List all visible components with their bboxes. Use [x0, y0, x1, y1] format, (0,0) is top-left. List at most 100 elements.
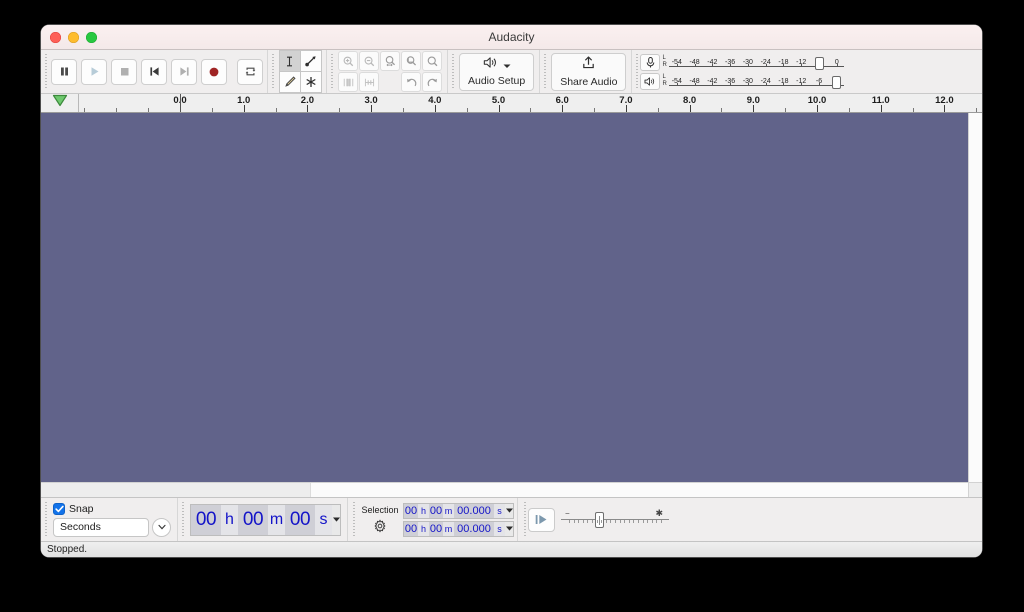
selection-end-field[interactable]: 00 h 00 m 00.000 s: [403, 520, 514, 537]
edit-toolbar-grip[interactable]: [329, 50, 335, 93]
fit-selection-button[interactable]: [380, 51, 400, 71]
zoom-out-button[interactable]: [359, 51, 379, 71]
audio-position-m-unit: m: [268, 504, 285, 535]
ruler-minor-tick: [785, 108, 787, 112]
track-canvas[interactable]: [41, 113, 968, 482]
snap-row: Snap: [53, 502, 171, 515]
selection-end-hours[interactable]: 00: [404, 521, 418, 536]
meter-clip-indicator[interactable]: [832, 75, 842, 89]
meter-tick-label: -54: [671, 58, 682, 66]
edit-toolbar-spacer: [380, 72, 400, 92]
recording-meter[interactable]: L R -54-48-42-36-30-24-18-12-60: [640, 53, 844, 72]
audio-position-seconds[interactable]: 00: [285, 504, 315, 535]
selection-start-minutes[interactable]: 00: [429, 503, 443, 518]
multi-tool[interactable]: [299, 71, 322, 93]
speed-slider-max-label: ✱: [655, 507, 663, 518]
tools-toolbar-grip[interactable]: [270, 50, 276, 93]
horizontal-scrollbar[interactable]: [311, 483, 968, 497]
green-triangle-icon: [52, 94, 68, 112]
audacity-window: Audacity Audio Setup Share Audio L R -54…: [41, 25, 982, 557]
playback-meter[interactable]: L R -54-48-42-36-30-24-18-12-60: [640, 72, 844, 91]
selection-end-dropdown[interactable]: [505, 521, 513, 536]
snap-unit-select[interactable]: Seconds: [53, 517, 149, 537]
share-audio-grip[interactable]: [542, 50, 549, 93]
audio-position-minutes[interactable]: 00: [238, 504, 268, 535]
snap-unit-chevron-icon[interactable]: [152, 517, 171, 537]
audio-position-hours[interactable]: 00: [191, 504, 221, 535]
selection-start-m-unit: m: [443, 503, 454, 518]
audio-position-field[interactable]: 00 h 00 m 00 s: [190, 503, 341, 536]
vertical-scrollbar[interactable]: [968, 113, 982, 482]
ruler-minor-tick: [275, 108, 277, 112]
playback-speed-slider[interactable]: − ✱: [561, 508, 669, 532]
snap-label: Snap: [69, 502, 94, 515]
speed-slider-tick: [569, 519, 570, 523]
tools-toolbar: [268, 50, 327, 93]
selection-start-field[interactable]: 00 h 00 m 00.000 s: [403, 502, 514, 519]
share-audio-button[interactable]: Share Audio: [551, 52, 627, 91]
ruler-minor-tick: [594, 108, 596, 112]
microphone-icon[interactable]: [640, 53, 661, 71]
speaker-meter-icon[interactable]: [640, 72, 661, 90]
speed-slider-tick: [628, 519, 630, 523]
selection-start-seconds[interactable]: 00.000: [454, 503, 494, 518]
meter-clip-indicator[interactable]: [814, 56, 824, 70]
ruler-major-tick: [753, 105, 755, 112]
meter-tick-label: -12: [796, 58, 807, 66]
selection-tool[interactable]: [278, 50, 301, 72]
trim-audio-button[interactable]: [338, 72, 358, 92]
share-audio-toolbar: Share Audio: [540, 50, 633, 93]
audio-position-h-unit: h: [221, 504, 238, 535]
time-toolbar-grip[interactable]: [180, 498, 186, 541]
zoom-toggle-button[interactable]: [422, 51, 442, 71]
zoom-in-button[interactable]: [338, 51, 358, 71]
redo-button[interactable]: [422, 72, 442, 92]
speed-slider-tick: [601, 519, 603, 523]
skip-to-start-button[interactable]: [141, 58, 167, 85]
ruler-major-tick: [625, 105, 627, 112]
selection-start-hours[interactable]: 00: [404, 503, 418, 518]
meter-tick-label: 0: [834, 58, 839, 66]
play-button[interactable]: [81, 58, 107, 85]
audio-position-format-dropdown[interactable]: [332, 504, 340, 535]
loop-button[interactable]: [237, 58, 263, 85]
ruler-label: 4.0: [428, 95, 442, 106]
title-bar: Audacity: [41, 25, 982, 50]
audio-setup-grip[interactable]: [450, 50, 456, 93]
audio-position-s-unit: s: [315, 504, 332, 535]
draw-tool[interactable]: [278, 71, 301, 93]
scrollbar-left-pad: [41, 483, 311, 497]
meter-tick-label: -36: [725, 58, 736, 66]
ruler-minor-tick: [976, 108, 978, 112]
ruler-minor-tick: [116, 108, 118, 112]
snap-checkbox[interactable]: [53, 502, 65, 515]
skip-to-end-button[interactable]: [171, 58, 197, 85]
gear-icon[interactable]: [372, 517, 389, 534]
selection-end-minutes[interactable]: 00: [429, 521, 443, 536]
selection-start-dropdown[interactable]: [505, 503, 513, 518]
ruler-major-tick: [817, 105, 818, 112]
silence-audio-button[interactable]: [359, 72, 379, 92]
ruler-minor-tick: [466, 108, 468, 112]
selection-start-s-unit: s: [494, 503, 505, 518]
record-button[interactable]: [201, 58, 227, 85]
pause-button[interactable]: [51, 58, 77, 85]
undo-button[interactable]: [401, 72, 421, 92]
selection-end-seconds[interactable]: 00.000: [454, 521, 494, 536]
envelope-tool[interactable]: [299, 50, 322, 72]
transport-toolbar-grip[interactable]: [43, 50, 49, 93]
fit-project-button[interactable]: [401, 51, 421, 71]
pinned-play-head-button[interactable]: [41, 94, 79, 112]
audio-setup-button[interactable]: Audio Setup: [459, 52, 535, 91]
stop-button[interactable]: [111, 58, 137, 85]
play-at-speed-button[interactable]: [528, 507, 555, 532]
ruler-label: 3.0: [364, 95, 378, 106]
bottom-toolbar-dock: Snap Seconds 00 h 00 m 00 s Selection 00…: [41, 497, 982, 541]
timeline-ruler[interactable]: 0.01.02.03.04.05.06.07.08.09.010.011.012…: [79, 94, 982, 112]
speed-slider-tick: [610, 519, 612, 523]
speed-slider-tick: [582, 519, 584, 523]
speed-slider-tick: [605, 519, 607, 523]
time-toolbar: 00 h 00 m 00 s: [178, 498, 348, 541]
ruler-minor-tick: [912, 108, 914, 112]
speed-slider-tick: [656, 519, 658, 523]
